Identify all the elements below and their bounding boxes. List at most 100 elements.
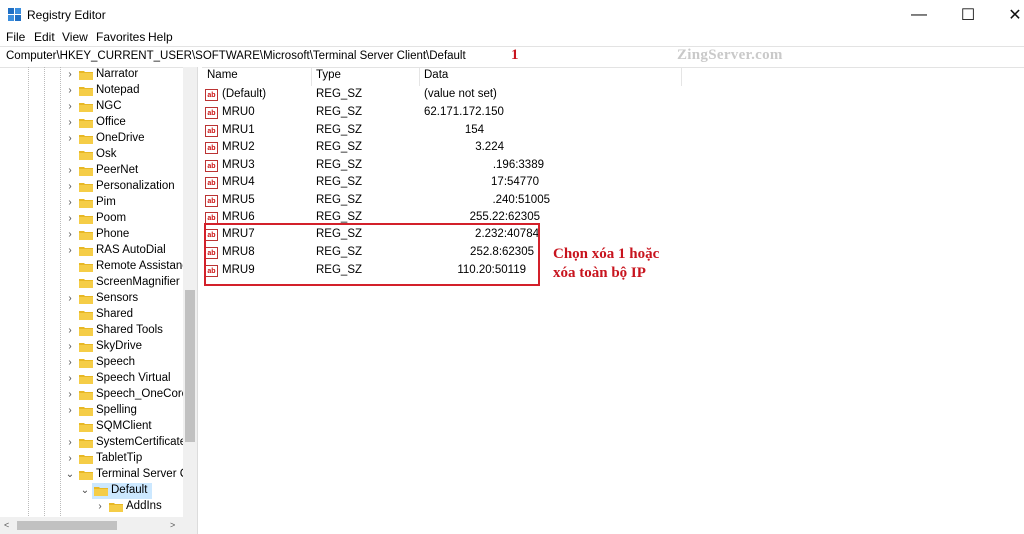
chevron-right-icon[interactable]: › [65, 213, 75, 225]
tree-item-skydrive[interactable]: › SkyDrive [0, 339, 183, 355]
chevron-down-icon[interactable]: ⌄ [65, 469, 75, 481]
value-row-mru1[interactable]: ab MRU1 REG_SZ 154 [201, 122, 681, 140]
value-row-mru3[interactable]: ab MRU3 REG_SZ .196:3389 [201, 157, 681, 175]
chevron-right-icon[interactable]: › [65, 293, 75, 305]
chevron-right-icon[interactable]: › [65, 165, 75, 177]
tree-connector [65, 277, 75, 289]
scroll-right-icon[interactable]: > [170, 520, 175, 530]
tree-item-sqmclient[interactable]: SQMClient [0, 419, 183, 435]
tree-item-screenmagnifier[interactable]: ScreenMagnifier [0, 275, 183, 291]
chevron-right-icon[interactable]: › [95, 501, 105, 513]
tree-item-notepad[interactable]: › Notepad [0, 83, 183, 99]
folder-icon [94, 487, 108, 496]
chevron-right-icon[interactable]: › [65, 325, 75, 337]
value-row-mru5[interactable]: ab MRU5 REG_SZ .240:51005 [201, 192, 681, 210]
tree-item-speech-virtual[interactable]: › Speech Virtual [0, 371, 183, 387]
tree-item-poom[interactable]: › Poom [0, 211, 183, 227]
chevron-right-icon[interactable]: › [65, 197, 75, 209]
value-data: 154 [464, 124, 484, 136]
chevron-right-icon[interactable]: › [65, 341, 75, 353]
tree-item-narrator[interactable]: › Narrator [0, 67, 183, 83]
tree-vertical-scrollbar[interactable] [183, 67, 197, 517]
chevron-right-icon[interactable]: › [65, 437, 75, 449]
tree-item-label: SQMClient [96, 420, 152, 432]
folder-icon [79, 279, 93, 288]
note-line-1: Chọn xóa 1 hoặc [553, 246, 660, 262]
tree-item-ras-autodial[interactable]: › RAS AutoDial [0, 243, 183, 259]
note-line-2: xóa toàn bộ IP [553, 265, 646, 281]
chevron-right-icon[interactable]: › [65, 405, 75, 417]
tree-item-sensors[interactable]: › Sensors [0, 291, 183, 307]
tree-item-systemcertificates[interactable]: › SystemCertificates [0, 435, 192, 451]
column-header-type[interactable]: Type [316, 69, 341, 81]
tree-item-ngc[interactable]: › NGC [0, 99, 183, 115]
tree-item-osk[interactable]: Osk [0, 147, 183, 163]
tree-item-label: Speech_OneCore [96, 388, 189, 400]
chevron-right-icon[interactable]: › [65, 133, 75, 145]
value-name: MRU5 [222, 194, 255, 206]
value-row-default[interactable]: ab (Default) REG_SZ (value not set) [201, 86, 681, 104]
tree-item-label: NGC [96, 100, 122, 112]
tree-horizontal-scrollbar[interactable]: < > [0, 517, 197, 534]
tree-item-addins[interactable]: › AddIns [0, 499, 183, 515]
tree-item-personalization[interactable]: › Personalization [0, 179, 183, 195]
scroll-left-icon[interactable]: < [4, 520, 9, 530]
tree-item-terminal-server-client[interactable]: ⌄ Terminal Server Cl [0, 467, 191, 483]
tree-item-label: Speech [96, 356, 136, 368]
chevron-right-icon[interactable]: › [65, 85, 75, 97]
maximize-button[interactable]: ☐ [945, 0, 991, 30]
title-bar: Registry Editor — ☐ ✕ [0, 0, 1024, 30]
value-data: (value not set) [424, 88, 497, 100]
tree-item-speech-onecore[interactable]: › Speech_OneCore [0, 387, 188, 403]
menu-favorites[interactable]: Favorites [96, 30, 145, 44]
chevron-right-icon[interactable]: › [65, 389, 75, 401]
tree-item-office[interactable]: › Office [0, 115, 183, 131]
string-value-icon: ab [205, 125, 218, 137]
tree-item-shared[interactable]: Shared [0, 307, 183, 323]
tree-item-label: SystemCertificates [96, 436, 192, 448]
chevron-right-icon[interactable]: › [65, 181, 75, 193]
column-header-name[interactable]: Name [207, 69, 238, 81]
menu-view[interactable]: View [62, 30, 88, 44]
close-button[interactable]: ✕ [992, 0, 1024, 30]
tree-connector [65, 149, 75, 161]
tree-item-speech[interactable]: › Speech [0, 355, 183, 371]
chevron-right-icon[interactable]: › [65, 453, 75, 465]
tree-item-peernet[interactable]: › PeerNet [0, 163, 183, 179]
value-type: REG_SZ [316, 159, 363, 171]
menu-file[interactable]: File [6, 30, 25, 44]
value-row-mru4[interactable]: ab MRU4 REG_SZ 17:54770 [201, 174, 681, 192]
tree-item-spelling[interactable]: › Spelling [0, 403, 183, 419]
chevron-right-icon[interactable]: › [65, 117, 75, 129]
chevron-down-icon[interactable]: ⌄ [80, 485, 90, 497]
tree-item-default[interactable]: ⌄ Default [0, 483, 183, 499]
menu-help[interactable]: Help [148, 30, 173, 44]
chevron-right-icon[interactable]: › [65, 373, 75, 385]
folder-icon [79, 327, 93, 336]
chevron-right-icon[interactable]: › [65, 357, 75, 369]
value-row-mru2[interactable]: ab MRU2 REG_SZ 3.224 [201, 139, 681, 157]
value-row-mru0[interactable]: ab MRU0 REG_SZ 62.171.172.150 [201, 104, 681, 122]
scrollbar-thumb[interactable] [185, 290, 195, 442]
tree-item-tablettip[interactable]: › TabletTip [0, 451, 183, 467]
tree-item-pim[interactable]: › Pim [0, 195, 183, 211]
value-type: REG_SZ [316, 176, 363, 188]
tree-item-onedrive[interactable]: › OneDrive [0, 131, 183, 147]
values-list[interactable]: Name Type Data ab (Default) REG_SZ (valu… [201, 67, 1024, 534]
chevron-right-icon[interactable]: › [65, 245, 75, 257]
menu-edit[interactable]: Edit [34, 30, 55, 44]
chevron-right-icon[interactable]: › [65, 69, 75, 81]
tree-item-shared-tools[interactable]: › Shared Tools [0, 323, 183, 339]
chevron-right-icon[interactable]: › [65, 229, 75, 241]
minimize-button[interactable]: — [896, 0, 942, 30]
value-type: REG_SZ [316, 141, 363, 153]
tree-item-phone[interactable]: › Phone [0, 227, 183, 243]
address-path[interactable]: Computer\HKEY_CURRENT_USER\SOFTWARE\Micr… [6, 50, 466, 62]
registry-tree[interactable]: › Narrator › Notepad › NGC › Office › On… [0, 67, 197, 534]
chevron-right-icon[interactable]: › [65, 101, 75, 113]
folder-icon [79, 199, 93, 208]
scrollbar-thumb[interactable] [17, 521, 117, 530]
tree-item-label: PeerNet [96, 164, 139, 176]
tree-item-remote-assistance[interactable]: Remote Assistanc [0, 259, 188, 275]
column-header-data[interactable]: Data [424, 69, 448, 81]
